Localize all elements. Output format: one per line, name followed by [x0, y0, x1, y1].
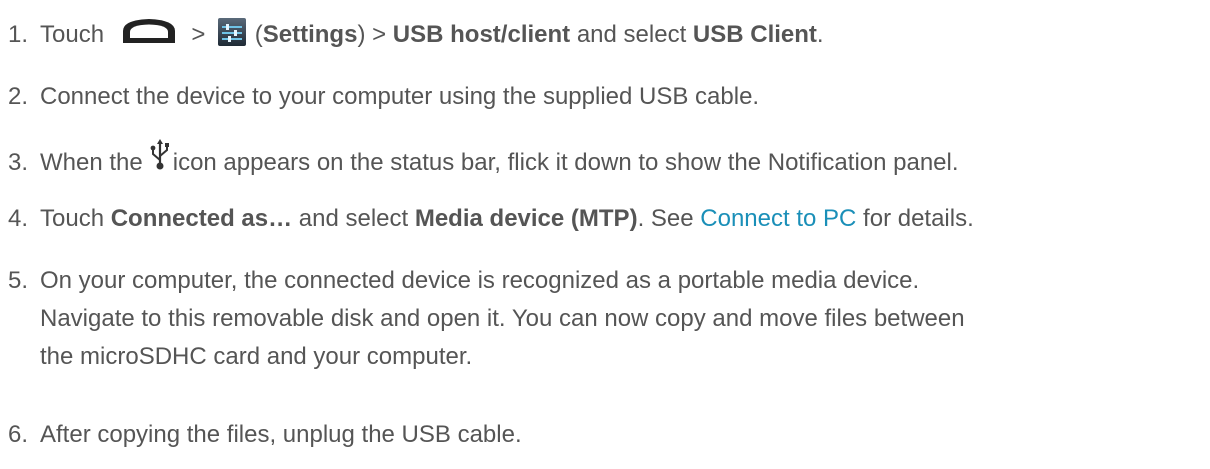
text-fragment: >	[191, 21, 206, 48]
media-device-label: Media device (MTP)	[414, 205, 638, 232]
settings-icon	[218, 18, 247, 46]
step-6: 6. After copying the files, unplug the U…	[8, 416, 522, 454]
text-fragment: . See	[637, 205, 694, 232]
step-number: 5.	[8, 267, 29, 294]
step-text: Touch > (Settings) > USB host/client and…	[40, 16, 824, 54]
step-text: Touch Connected as… and select Media dev…	[40, 200, 974, 238]
text-fragment: Touch	[40, 21, 105, 48]
usb-client-label: USB Client	[692, 21, 817, 48]
usb-icon	[150, 139, 169, 170]
step-number: 2.	[8, 83, 29, 110]
text-fragment: (	[254, 21, 263, 48]
connected-as-label: Connected as…	[110, 205, 293, 232]
text-fragment: Touch	[40, 205, 105, 232]
text-fragment: ) >	[357, 21, 387, 48]
text-fragment: and select	[576, 21, 687, 48]
step-5: 5. On your computer, the connected devic…	[8, 262, 965, 376]
home-icon	[122, 19, 175, 43]
step-3: 3. When the icon appears on the status b…	[8, 138, 959, 182]
step-4: 4. Touch Connected as… and select Media …	[8, 200, 974, 238]
step-text-line: Navigate to this removable disk and open…	[40, 305, 965, 332]
step-text-line: On your computer, the connected device i…	[40, 267, 920, 294]
step-text: After copying the files, unplug the USB …	[40, 421, 522, 448]
text-fragment: .	[816, 21, 824, 48]
usb-host-client-label: USB host/client	[392, 21, 571, 48]
text-fragment: icon appears on the status bar, flick it…	[172, 149, 959, 176]
text-fragment: When the	[40, 149, 143, 176]
step-text-line: the microSDHC card and your computer.	[40, 343, 473, 370]
step-2: 2. Connect the device to your computer u…	[8, 78, 759, 116]
connect-to-pc-link[interactable]: Connect to PC	[700, 205, 856, 232]
step-number: 3.	[8, 149, 29, 176]
step-text: On your computer, the connected device i…	[40, 262, 965, 376]
step-text: Connect the device to your computer usin…	[40, 83, 760, 110]
step-number: 6.	[8, 421, 29, 448]
settings-label: Settings	[262, 21, 358, 48]
text-fragment: for details.	[863, 205, 974, 232]
step-number: 4.	[8, 205, 29, 232]
step-number: 1.	[8, 21, 29, 48]
step-text: When the icon appears on the status bar,…	[40, 138, 959, 182]
text-fragment: and select	[298, 205, 409, 232]
step-1: 1. Touch > (Settings) > USB host/client …	[8, 16, 824, 54]
